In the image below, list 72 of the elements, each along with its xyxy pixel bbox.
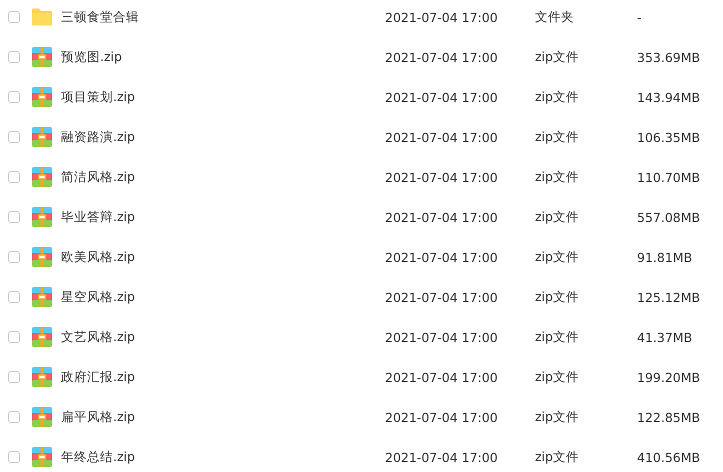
file-name[interactable]: 欧美风格.zip bbox=[61, 248, 385, 266]
checkbox[interactable] bbox=[8, 451, 20, 463]
file-type: zip文件 bbox=[535, 328, 580, 346]
file-size: 199.20MB bbox=[637, 370, 700, 384]
modified-date: 2021-07-04 17:00 bbox=[385, 290, 499, 304]
archive-icon bbox=[32, 247, 52, 267]
file-type: zip文件 bbox=[535, 368, 580, 386]
file-type: zip文件 bbox=[535, 408, 580, 426]
file-name[interactable]: 扁平风格.zip bbox=[61, 408, 385, 426]
file-name[interactable]: 简洁风格.zip bbox=[61, 168, 385, 186]
checkbox[interactable] bbox=[8, 371, 20, 383]
file-type: zip文件 bbox=[535, 128, 580, 146]
archive-icon bbox=[32, 327, 52, 347]
file-name[interactable]: 文艺风格.zip bbox=[61, 328, 385, 346]
file-size: 125.12MB bbox=[637, 290, 700, 304]
checkbox[interactable] bbox=[8, 11, 20, 23]
file-size: 41.37MB bbox=[637, 330, 692, 344]
archive-icon bbox=[32, 407, 52, 427]
checkbox[interactable] bbox=[8, 171, 20, 183]
file-name[interactable]: 项目策划.zip bbox=[61, 88, 385, 106]
modified-date: 2021-07-04 17:00 bbox=[385, 250, 499, 264]
file-name[interactable]: 融资路演.zip bbox=[61, 128, 385, 146]
file-type: zip文件 bbox=[535, 248, 580, 266]
file-type: zip文件 bbox=[535, 288, 580, 306]
file-type: zip文件 bbox=[535, 168, 580, 186]
file-name[interactable]: 预览图.zip bbox=[61, 48, 385, 66]
modified-date: 2021-07-04 17:00 bbox=[385, 50, 499, 64]
checkbox[interactable] bbox=[8, 411, 20, 423]
file-name[interactable]: 星空风格.zip bbox=[61, 288, 385, 306]
checkbox[interactable] bbox=[8, 51, 20, 63]
archive-icon bbox=[32, 447, 52, 467]
file-size: 353.69MB bbox=[637, 50, 700, 64]
file-type: zip文件 bbox=[535, 208, 580, 226]
checkbox[interactable] bbox=[8, 331, 20, 343]
file-size: 122.85MB bbox=[637, 410, 700, 424]
archive-icon bbox=[32, 127, 52, 147]
checkbox[interactable] bbox=[8, 251, 20, 263]
file-size: 143.94MB bbox=[637, 90, 700, 104]
checkbox[interactable] bbox=[8, 131, 20, 143]
file-size: 557.08MB bbox=[637, 210, 700, 224]
modified-date: 2021-07-04 17:00 bbox=[385, 210, 499, 224]
file-size: 106.35MB bbox=[637, 130, 700, 144]
archive-icon bbox=[32, 367, 52, 387]
modified-date: 2021-07-04 17:00 bbox=[385, 90, 499, 104]
archive-icon bbox=[32, 87, 52, 107]
file-size: 91.81MB bbox=[637, 250, 692, 264]
file-name[interactable]: 政府汇报.zip bbox=[61, 368, 385, 386]
modified-date: 2021-07-04 17:00 bbox=[385, 330, 499, 344]
checkbox[interactable] bbox=[8, 211, 20, 223]
file-name[interactable]: 三顿食堂合辑 bbox=[61, 8, 385, 26]
modified-date: 2021-07-04 17:00 bbox=[385, 130, 499, 144]
file-type: zip文件 bbox=[535, 448, 580, 466]
file-type: 文件夹 bbox=[535, 8, 575, 26]
file-type: zip文件 bbox=[535, 88, 580, 106]
modified-date: 2021-07-04 17:00 bbox=[385, 170, 499, 184]
modified-date: 2021-07-04 17:00 bbox=[385, 10, 499, 24]
file-size: 410.56MB bbox=[637, 450, 700, 464]
checkbox[interactable] bbox=[8, 291, 20, 303]
archive-icon bbox=[32, 287, 52, 307]
modified-date: 2021-07-04 17:00 bbox=[385, 370, 499, 384]
file-name[interactable]: 毕业答辩.zip bbox=[61, 208, 385, 226]
modified-date: 2021-07-04 17:00 bbox=[385, 450, 499, 464]
file-size: - bbox=[637, 10, 642, 24]
archive-icon bbox=[32, 47, 52, 67]
checkbox[interactable] bbox=[8, 91, 20, 103]
file-type: zip文件 bbox=[535, 48, 580, 66]
archive-icon bbox=[32, 207, 52, 227]
file-size: 110.70MB bbox=[637, 170, 700, 184]
archive-icon bbox=[32, 167, 52, 187]
modified-date: 2021-07-04 17:00 bbox=[385, 410, 499, 424]
file-name[interactable]: 年终总结.zip bbox=[61, 448, 385, 466]
folder-icon bbox=[31, 8, 53, 26]
